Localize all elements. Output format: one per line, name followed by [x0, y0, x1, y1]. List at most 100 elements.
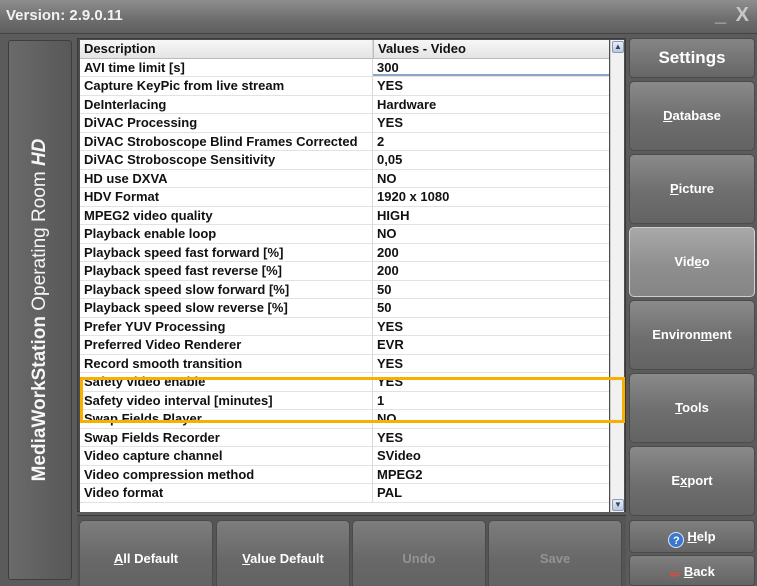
row-value[interactable]: YES — [373, 429, 609, 447]
row-value[interactable]: SVideo — [373, 447, 609, 465]
close-icon[interactable]: X — [736, 4, 751, 26]
row-value[interactable]: NO — [373, 410, 609, 428]
nav-environment[interactable]: Environment — [629, 300, 755, 370]
table-row[interactable]: Record smooth transition YES — [80, 354, 609, 373]
nav-tools[interactable]: Tools — [629, 373, 755, 443]
row-description: Safety video interval [minutes] — [80, 391, 373, 409]
help-icon: ? — [668, 532, 685, 548]
title-bar: Version: 2.9.0.11 _ X — [0, 0, 757, 34]
scroll-down-icon[interactable]: ▼ — [612, 499, 624, 511]
row-value[interactable]: 50 — [373, 299, 609, 317]
back-button[interactable]: ⇐ Back — [629, 555, 755, 586]
row-value[interactable]: 0,05 — [373, 151, 609, 169]
row-description: Safety video enable — [80, 373, 373, 391]
table-row[interactable]: DiVAC Processing YES — [80, 114, 609, 133]
row-description: Swap Fields Recorder — [80, 428, 373, 446]
settings-title: Settings — [629, 38, 755, 78]
column-header-values[interactable]: Values - Video — [373, 40, 609, 58]
row-value[interactable]: YES — [373, 355, 609, 373]
row-value[interactable]: EVR — [373, 336, 609, 354]
table-row[interactable]: AVI time limit [s] 300 — [80, 58, 609, 77]
help-button[interactable]: ? Help — [629, 520, 755, 553]
row-description: Swap Fields Player — [80, 410, 373, 428]
table-row[interactable]: Playback speed fast reverse [%] 200 — [80, 262, 609, 281]
row-description: DeInterlacing — [80, 95, 373, 113]
row-value[interactable]: PAL — [373, 484, 609, 502]
row-value[interactable]: YES — [373, 373, 609, 391]
row-description: Prefer YUV Processing — [80, 317, 373, 335]
row-value[interactable]: NO — [373, 170, 609, 188]
row-description: Playback speed fast forward [%] — [80, 243, 373, 261]
row-description: DiVAC Stroboscope Blind Frames Corrected — [80, 132, 373, 150]
nav-video[interactable]: Video — [629, 227, 755, 297]
row-value[interactable]: 200 — [373, 244, 609, 262]
row-description: DiVAC Stroboscope Sensitivity — [80, 151, 373, 169]
table-row[interactable]: HDV Format 1920 x 1080 — [80, 188, 609, 207]
window-controls: _ X — [715, 4, 751, 27]
row-value[interactable]: HIGH — [373, 207, 609, 225]
side-branding-panel: MediaWorkStation Operating Room HD — [8, 40, 72, 580]
row-description: Video capture channel — [80, 447, 373, 465]
column-header-description[interactable]: Description — [80, 40, 373, 58]
table-row[interactable]: Swap Fields Player NO — [80, 410, 609, 429]
row-description: Playback speed fast reverse [%] — [80, 262, 373, 280]
row-value[interactable]: 1 — [373, 392, 609, 410]
row-description: HDV Format — [80, 188, 373, 206]
table-row[interactable]: Playback enable loop NO — [80, 225, 609, 244]
table-row[interactable]: Capture KeyPic from live stream YES — [80, 77, 609, 96]
table-row[interactable]: DeInterlacing Hardware — [80, 95, 609, 114]
row-value[interactable]: 50 — [373, 281, 609, 299]
table-row[interactable]: Playback speed slow forward [%] 50 — [80, 280, 609, 299]
row-description: DiVAC Processing — [80, 114, 373, 132]
undo-button[interactable]: Undo — [352, 520, 486, 586]
version-label: Version: 2.9.0.11 — [6, 7, 123, 24]
nav-export[interactable]: Export — [629, 446, 755, 516]
table-row[interactable]: Safety video enable YES — [80, 373, 609, 392]
table-row[interactable]: Prefer YUV Processing YES — [80, 317, 609, 336]
row-value[interactable]: 300 — [373, 59, 609, 76]
row-description: AVI time limit [s] — [80, 58, 373, 76]
back-arrow-icon: ⇐ — [669, 566, 681, 582]
settings-nav-panel: Settings Database Picture Video Environm… — [628, 34, 757, 586]
minimize-icon[interactable]: _ — [715, 4, 728, 26]
table-row[interactable]: Video format PAL — [80, 484, 609, 503]
row-value[interactable]: MPEG2 — [373, 466, 609, 484]
table-row[interactable]: Swap Fields Recorder YES — [80, 428, 609, 447]
row-description: HD use DXVA — [80, 169, 373, 187]
product-name: MediaWorkStation — [29, 316, 50, 482]
row-value[interactable]: YES — [373, 114, 609, 132]
table-row[interactable]: Preferred Video Renderer EVR — [80, 336, 609, 355]
settings-grid: Description Values - Video AVI time limi… — [80, 40, 609, 512]
row-value[interactable]: 1920 x 1080 — [373, 188, 609, 206]
row-description: MPEG2 video quality — [80, 206, 373, 224]
value-default-button[interactable]: Value Default — [216, 520, 350, 586]
save-button[interactable]: Save — [488, 520, 622, 586]
row-value[interactable]: YES — [373, 318, 609, 336]
row-description: Record smooth transition — [80, 354, 373, 372]
row-value[interactable]: 200 — [373, 262, 609, 280]
grid-scrollbar[interactable]: ▲ ▼ — [610, 40, 624, 512]
row-value[interactable]: YES — [373, 77, 609, 95]
table-row[interactable]: MPEG2 video quality HIGH — [80, 206, 609, 225]
table-row[interactable]: Playback speed fast forward [%] 200 — [80, 243, 609, 262]
product-title: MediaWorkStation Operating Room HD — [29, 50, 51, 570]
row-description: Preferred Video Renderer — [80, 336, 373, 354]
all-default-button[interactable]: All Default — [79, 520, 213, 586]
row-value[interactable]: Hardware — [373, 96, 609, 114]
table-row[interactable]: Playback speed slow reverse [%] 50 — [80, 299, 609, 318]
row-description: Playback speed slow forward [%] — [80, 280, 373, 298]
table-row[interactable]: Video compression method MPEG2 — [80, 465, 609, 484]
product-edition: Operating Room — [29, 171, 50, 311]
nav-database[interactable]: Database — [629, 81, 755, 151]
row-description: Capture KeyPic from live stream — [80, 77, 373, 95]
row-value[interactable]: NO — [373, 225, 609, 243]
scroll-up-icon[interactable]: ▲ — [612, 41, 624, 53]
table-row[interactable]: Safety video interval [minutes] 1 — [80, 391, 609, 410]
table-row[interactable]: DiVAC Stroboscope Sensitivity 0,05 — [80, 151, 609, 170]
table-row[interactable]: HD use DXVA NO — [80, 169, 609, 188]
nav-picture[interactable]: Picture — [629, 154, 755, 224]
table-row[interactable]: DiVAC Stroboscope Blind Frames Corrected… — [80, 132, 609, 151]
row-description: Video format — [80, 484, 373, 502]
table-row[interactable]: Video capture channel SVideo — [80, 447, 609, 466]
row-value[interactable]: 2 — [373, 133, 609, 151]
